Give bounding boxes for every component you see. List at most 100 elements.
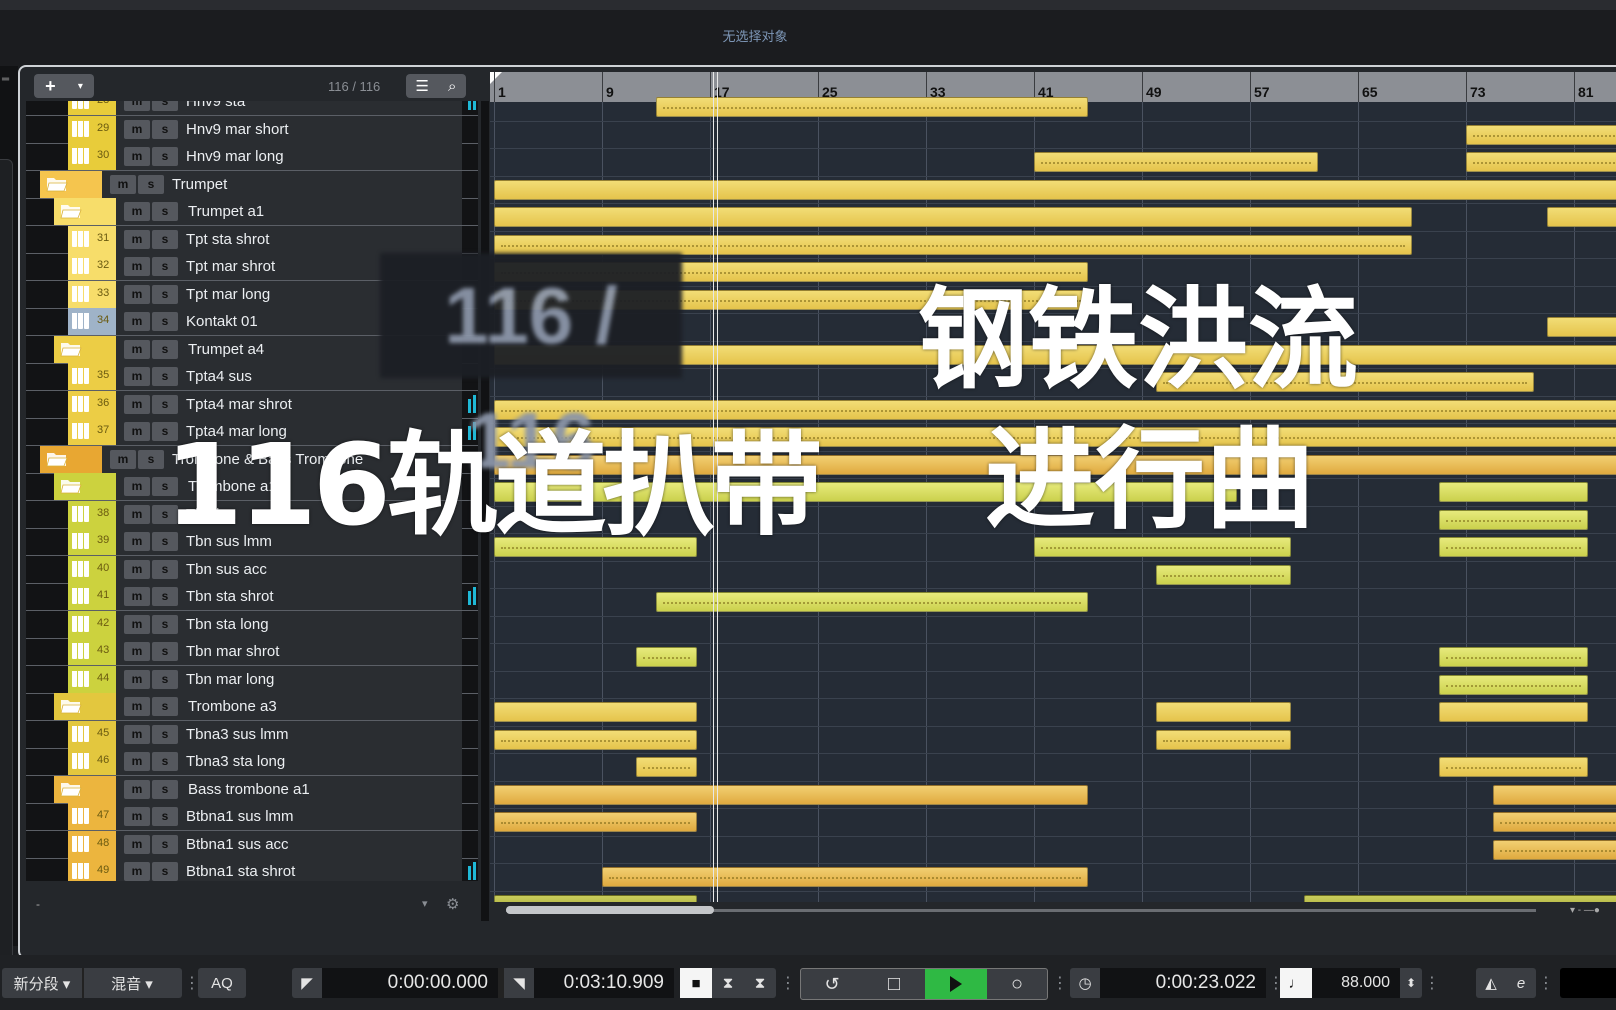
stop-button[interactable]: □ (863, 969, 925, 999)
gear-icon[interactable]: ⚙ (446, 895, 459, 913)
solo-button[interactable]: s (152, 587, 178, 606)
mute-button[interactable]: m (124, 642, 150, 661)
solo-button[interactable]: s (138, 174, 164, 194)
instrument-track[interactable]: 46 m s Tbna3 sta long (26, 748, 478, 776)
mute-button[interactable]: m (124, 504, 150, 524)
instrument-track[interactable]: 48 m s Btbna1 sus acc (26, 830, 478, 859)
solo-button[interactable]: s (152, 202, 178, 221)
mute-button[interactable]: m (124, 202, 150, 221)
marker-display[interactable] (1560, 968, 1616, 998)
folder-icon[interactable] (46, 450, 68, 468)
instrument-track[interactable]: 45 m s Tbna3 sus lmm (26, 720, 478, 749)
solo-button[interactable]: s (152, 119, 178, 139)
mute-button[interactable]: m (110, 174, 136, 194)
folder-track[interactable]: m s Trumpet (26, 170, 478, 199)
midi-part[interactable] (494, 179, 1616, 200)
midi-part[interactable] (494, 812, 697, 832)
solo-button[interactable]: s (152, 559, 178, 579)
aq-button[interactable]: AQ (198, 968, 246, 998)
track-name[interactable]: Tbna3 sta long (186, 753, 285, 770)
midi-part[interactable] (1439, 509, 1588, 530)
instrument-track[interactable]: 44 m s Tbn mar long (26, 665, 478, 694)
track-name[interactable]: Tbna3 sus lmm (186, 726, 289, 743)
punch-in-icon[interactable]: ⧗ (712, 968, 744, 998)
track-name[interactable]: Hnv9 mar long (186, 148, 284, 165)
record-button[interactable]: ○ (987, 969, 1047, 999)
midi-part[interactable] (1439, 537, 1588, 557)
midi-part[interactable] (1466, 124, 1616, 145)
folder-icon[interactable] (60, 780, 82, 798)
mute-button[interactable]: m (124, 532, 150, 551)
chevron-down-icon[interactable]: ▾ (422, 897, 428, 910)
search-icon[interactable]: ⌕ (448, 78, 456, 95)
tempo-field[interactable]: 88.000 (1312, 968, 1400, 998)
clock-icon[interactable]: ◷ (1070, 968, 1100, 998)
solo-button[interactable]: s (152, 284, 178, 304)
position-field[interactable]: 0:00:23.022 (1100, 968, 1266, 998)
precount-icon[interactable]: e (1506, 968, 1536, 998)
midi-part[interactable] (1439, 702, 1588, 722)
solo-button[interactable]: s (152, 147, 178, 166)
midi-part[interactable] (1439, 647, 1588, 667)
right-locator-field[interactable]: 0:03:10.909 (534, 968, 674, 998)
list-icon[interactable]: ☰ (416, 77, 429, 95)
mute-button[interactable]: m (124, 422, 150, 441)
track-name[interactable]: Tbn mar long (186, 671, 274, 688)
solo-button[interactable]: s (152, 697, 178, 716)
track-name[interactable]: Trumpet a4 (188, 341, 264, 358)
track-name[interactable]: Kontakt 01 (186, 313, 258, 330)
horizontal-scrollbar[interactable] (506, 906, 1536, 914)
segment-dropdown[interactable]: 新分段 ▾ (2, 968, 82, 998)
lock-icon[interactable]: ■ (680, 968, 712, 998)
mute-button[interactable]: m (124, 119, 150, 139)
instrument-track[interactable]: 28 ms Hnv9 sta (26, 101, 478, 116)
punch-out-icon[interactable]: ⧗ (744, 968, 776, 998)
left-locator-field[interactable]: 0:00:00.000 (322, 968, 498, 998)
zoom-slider[interactable]: ▾ - —● (1570, 905, 1600, 916)
midi-part[interactable] (1034, 152, 1318, 172)
midi-part[interactable] (494, 729, 697, 750)
midi-part[interactable] (494, 702, 697, 722)
midi-part[interactable] (494, 784, 1088, 805)
midi-part[interactable] (1493, 839, 1616, 860)
solo-button[interactable]: s (152, 642, 178, 661)
folder-icon[interactable] (60, 697, 82, 715)
folder-icon[interactable] (60, 477, 82, 495)
solo-button[interactable]: s (152, 752, 178, 771)
track-name[interactable]: Btbna1 sta shrot (186, 863, 295, 880)
add-track-button[interactable]: + ▾ (34, 74, 94, 98)
track-name[interactable]: Tbn sus acc (186, 561, 267, 578)
right-locator-icon[interactable]: ◥ (504, 968, 534, 998)
midi-part[interactable] (635, 757, 697, 777)
solo-button[interactable]: s (152, 614, 178, 634)
solo-button[interactable]: s (152, 257, 178, 276)
tempo-stepper[interactable]: ⬍ (1400, 968, 1422, 998)
mute-button[interactable]: m (124, 394, 150, 414)
track-name[interactable]: Btbna1 sus acc (186, 836, 289, 853)
mute-button[interactable]: m (124, 669, 150, 689)
tempo-track-icon[interactable]: ♩ (1280, 968, 1312, 998)
solo-button[interactable]: s (152, 807, 178, 826)
midi-part[interactable] (1439, 757, 1588, 777)
folder-icon[interactable] (60, 202, 82, 220)
mute-button[interactable]: m (124, 147, 150, 166)
midi-part[interactable] (1547, 317, 1616, 337)
instrument-track[interactable]: 41 m s Tbn sta shrot (26, 583, 478, 611)
mute-button[interactable]: m (124, 339, 150, 359)
solo-button[interactable]: s (152, 834, 178, 854)
left-zone-tab[interactable] (0, 159, 13, 996)
scrollbar-thumb[interactable] (506, 906, 714, 914)
track-name[interactable]: Tpt mar long (186, 286, 270, 303)
track-name[interactable]: Hnv9 mar short (186, 121, 289, 138)
solo-button[interactable]: s (152, 101, 178, 111)
folder-track[interactable]: m s Trumpet a1 (26, 198, 478, 226)
instrument-track[interactable]: 43 m s Tbn mar shrot (26, 638, 478, 666)
midi-part[interactable] (1155, 702, 1291, 722)
chevron-down-icon[interactable]: ▾ (78, 81, 83, 92)
midi-part[interactable] (1547, 207, 1616, 227)
mute-button[interactable]: m (124, 477, 150, 496)
folder-track[interactable]: m s Trombone a3 (26, 693, 478, 721)
midi-part[interactable] (635, 647, 697, 667)
midi-part[interactable] (1493, 784, 1616, 805)
solo-button[interactable]: s (138, 449, 164, 469)
